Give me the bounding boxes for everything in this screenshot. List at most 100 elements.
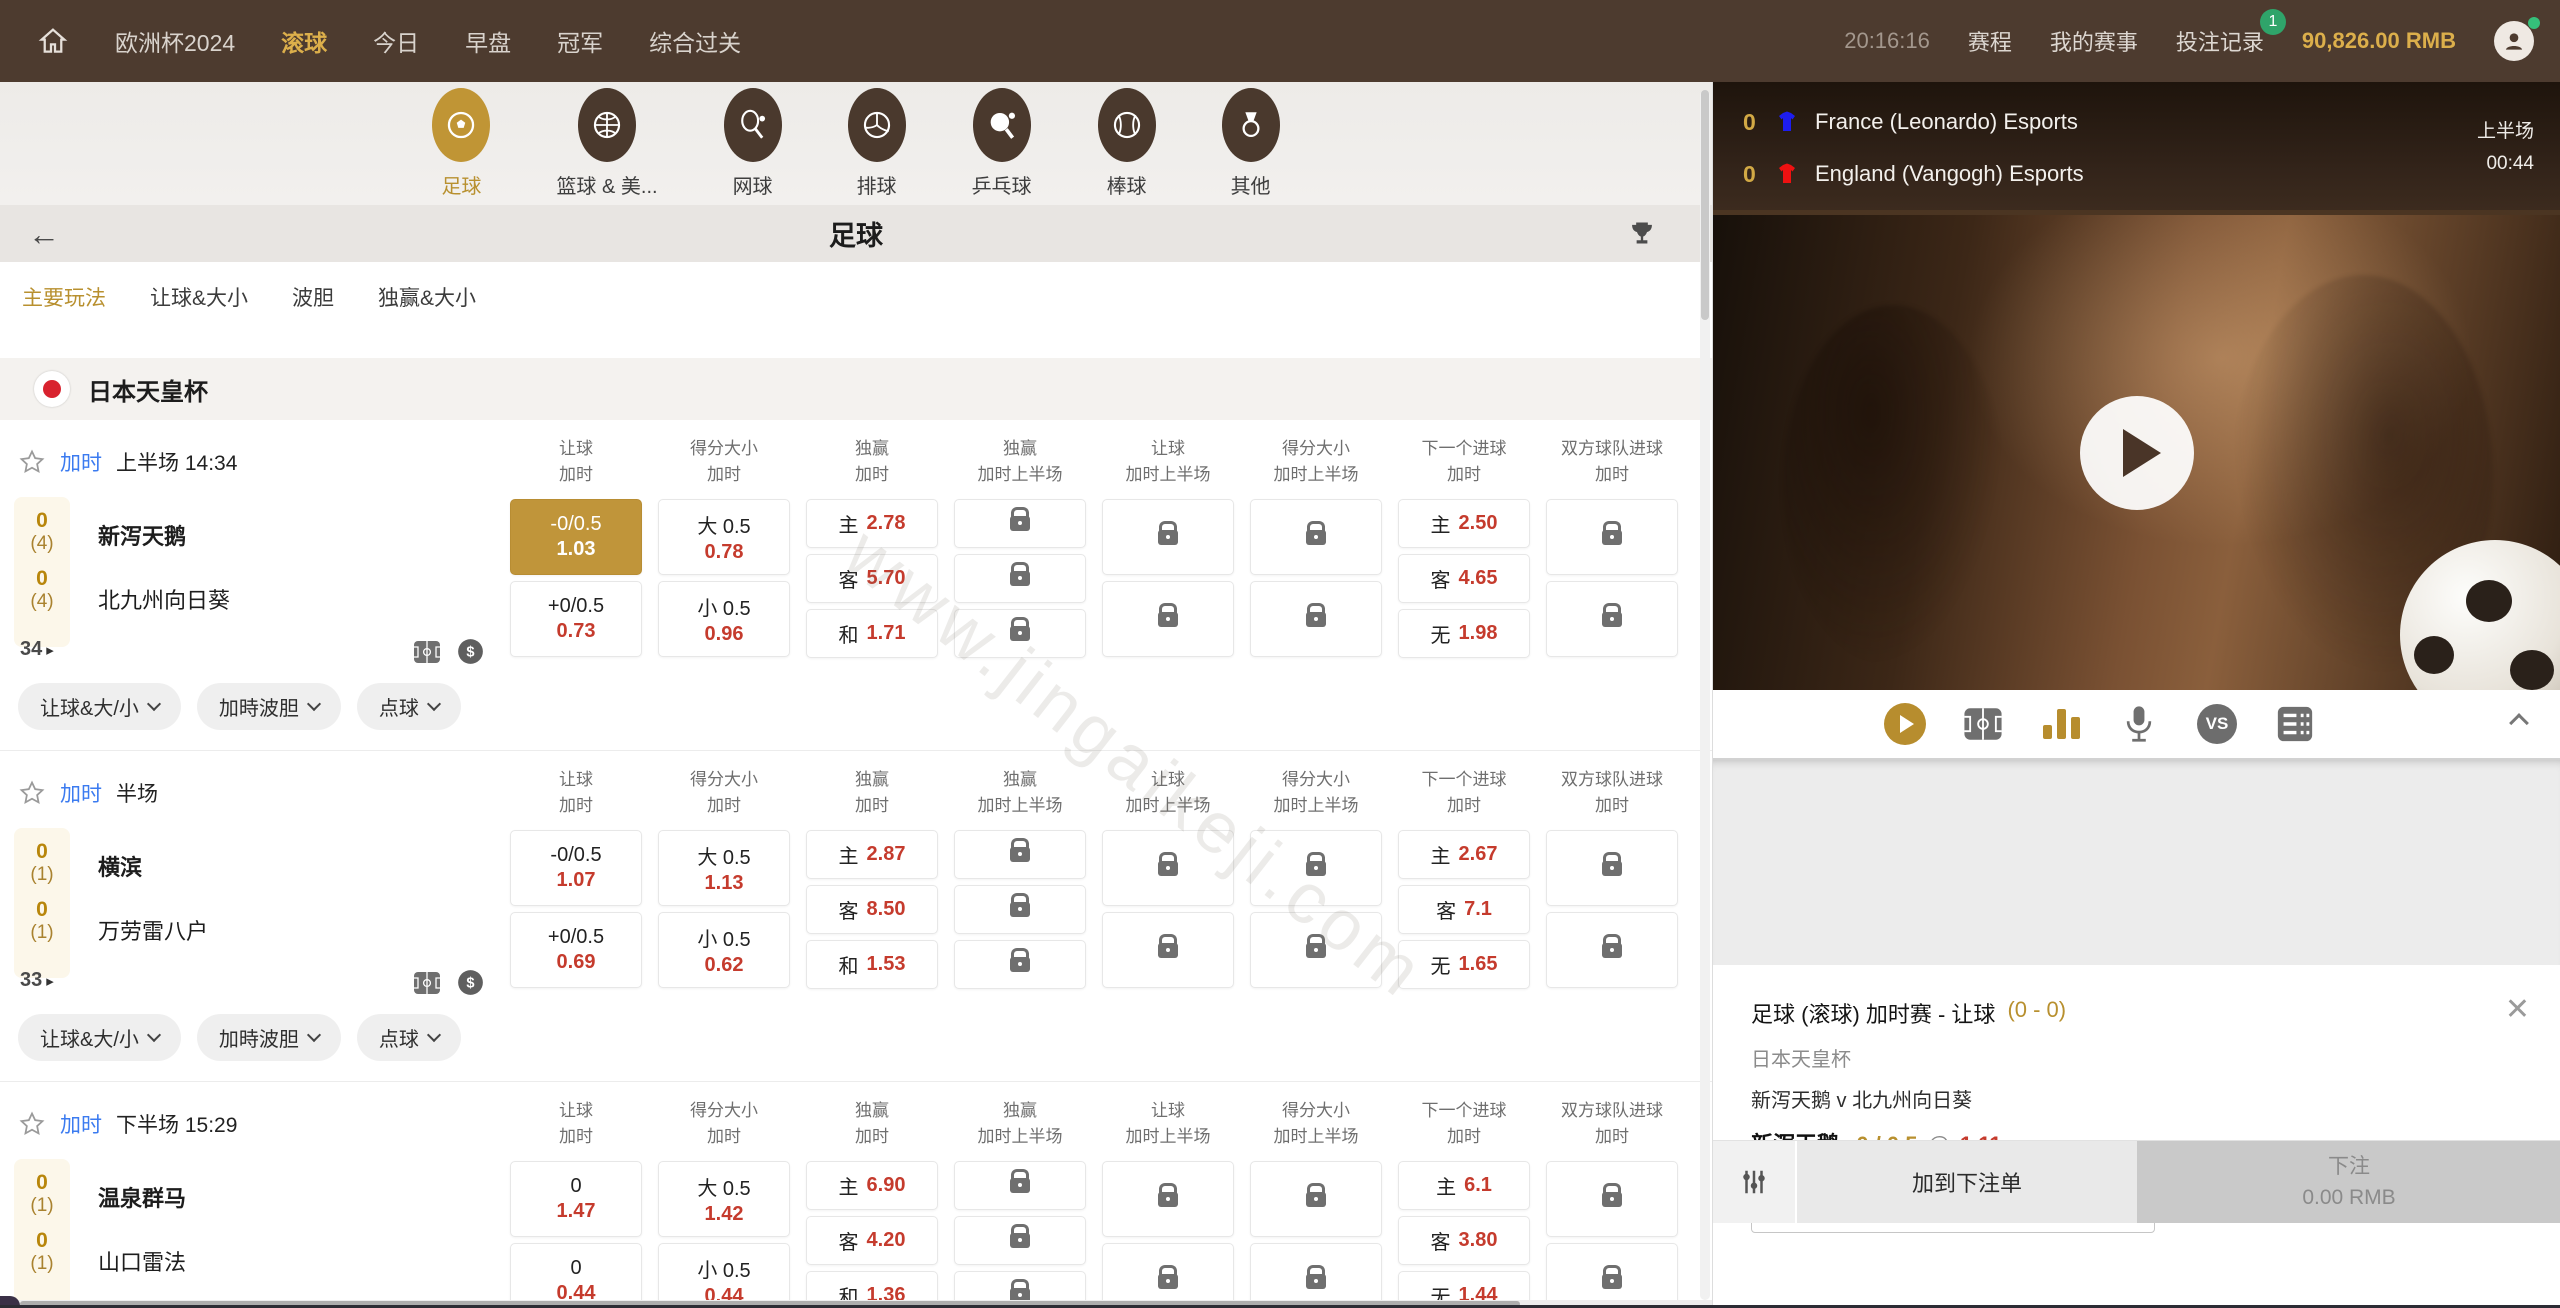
odds-cell[interactable]: 客4.20 (806, 1216, 938, 1265)
video-player[interactable] (1713, 215, 2560, 690)
odds-cell[interactable]: 客8.50 (806, 885, 938, 934)
odds-cell[interactable]: 主6.90 (806, 1161, 938, 1210)
lineup-icon[interactable] (2273, 702, 2317, 746)
sport-tabletennis[interactable]: 乒乓球 (972, 88, 1032, 199)
pitch-stats-icon[interactable] (413, 971, 441, 995)
tab-handicap-totals[interactable]: 让球&大小 (150, 282, 248, 312)
odds-cell[interactable]: 主2.50 (1398, 499, 1530, 548)
total-column: 大 0.50.78 小 0.50.96 (658, 497, 790, 667)
odds-cell[interactable]: 客3.80 (1398, 1216, 1530, 1265)
sport-basketball[interactable]: 篮球 & 美... (556, 88, 657, 199)
locked-column (954, 497, 1086, 667)
odds-cell[interactable]: 01.47 (510, 1161, 642, 1237)
odds-cell[interactable]: 大 0.50.78 (658, 499, 790, 575)
sport-baseball[interactable]: 棒球 (1098, 88, 1156, 199)
head-to-head-icon[interactable]: VS (2195, 702, 2239, 746)
live-tag[interactable]: 加时 (60, 447, 102, 477)
away-team-name: England (Vangogh) Esports (1815, 161, 2084, 187)
bet-records-link[interactable]: 投注记录 1 (2176, 25, 2264, 57)
lock-icon (1602, 861, 1622, 876)
back-arrow-icon[interactable]: ← (28, 218, 60, 250)
sport-tennis[interactable]: 网球 (724, 88, 782, 199)
markets-count[interactable]: 34▸ (20, 638, 54, 661)
close-icon[interactable]: ✕ (2505, 995, 2530, 1025)
menu-item-today[interactable]: 今日 (373, 24, 419, 58)
lock-icon (1306, 1274, 1326, 1289)
odds-cell[interactable]: +0/0.50.69 (510, 912, 642, 988)
pill-handicap-total[interactable]: 让球&大/小 (18, 683, 181, 730)
odds-cell[interactable]: 主6.1 (1398, 1161, 1530, 1210)
menu-item-outright[interactable]: 冠军 (557, 24, 603, 58)
stats-chart-icon[interactable] (2039, 702, 2083, 746)
collapse-chevron-icon[interactable] (2509, 713, 2529, 733)
odds-cell[interactable]: 和1.71 (806, 609, 938, 658)
my-matches-link[interactable]: 我的赛事 (2050, 25, 2138, 57)
pitch-view-icon[interactable] (1961, 702, 2005, 746)
menu-item-live[interactable]: 滚球 (281, 24, 327, 58)
home-icon[interactable] (33, 21, 73, 61)
odds-cell-selected[interactable]: -0/0.51.03 (510, 499, 642, 575)
column-header: 让球加时 (510, 767, 642, 818)
lock-icon (1010, 957, 1030, 972)
favorite-star-icon[interactable] (18, 448, 46, 476)
odds-cell[interactable]: 小 0.50.44 (658, 1243, 790, 1308)
away-team-name[interactable]: 山口雷法 (98, 1245, 186, 1277)
commentary-mic-icon[interactable] (2117, 702, 2161, 746)
trophy-icon[interactable] (1628, 219, 1656, 252)
favorite-star-icon[interactable] (18, 1110, 46, 1138)
sport-volleyball[interactable]: 排球 (848, 88, 906, 199)
odds-cell[interactable]: 和1.53 (806, 940, 938, 989)
odds-cell[interactable]: 大 0.51.42 (658, 1161, 790, 1237)
away-team-name[interactable]: 北九州向日葵 (98, 583, 230, 615)
home-team-name[interactable]: 温泉群马 (98, 1181, 186, 1213)
live-panel: 0 France (Leonardo) Esports 0 England (V… (1712, 82, 2560, 1308)
pill-ot-correct-score[interactable]: 加時波胆 (197, 683, 341, 730)
pill-penalty[interactable]: 点球 (357, 683, 461, 730)
menu-item-eurocup[interactable]: 欧洲杯2024 (115, 24, 235, 58)
schedule-link[interactable]: 赛程 (1968, 25, 2012, 57)
odds-cell[interactable]: 00.44 (510, 1243, 642, 1308)
live-tag[interactable]: 加时 (60, 778, 102, 808)
odds-cell[interactable]: 主2.87 (806, 830, 938, 879)
odds-cell[interactable]: 主2.67 (1398, 830, 1530, 879)
odds-cell[interactable]: 小 0.50.96 (658, 581, 790, 657)
stream-play-icon[interactable] (1883, 702, 1927, 746)
odds-cell[interactable]: 客4.65 (1398, 554, 1530, 603)
pill-ot-correct-score[interactable]: 加時波胆 (197, 1014, 341, 1061)
play-button[interactable] (2080, 396, 2194, 510)
cashout-icon[interactable]: $ (457, 638, 484, 665)
sport-other[interactable]: 其他 (1222, 88, 1280, 199)
odds-cell[interactable]: 无1.65 (1398, 940, 1530, 989)
place-bet-button[interactable]: 下注 0.00 RMB (2137, 1141, 2560, 1223)
cashout-icon[interactable]: $ (457, 969, 484, 996)
pill-handicap-total[interactable]: 让球&大/小 (18, 1014, 181, 1061)
away-team-name[interactable]: 万劳雷八户 (98, 914, 208, 946)
user-avatar[interactable] (2494, 21, 2534, 61)
tab-main-markets[interactable]: 主要玩法 (22, 282, 106, 312)
odds-cell[interactable]: 客5.70 (806, 554, 938, 603)
lock-icon (1306, 861, 1326, 876)
add-to-betslip-button[interactable]: 加到下注单 (1795, 1141, 2137, 1223)
odds-cell[interactable]: 主2.78 (806, 499, 938, 548)
sport-soccer[interactable]: 足球 (432, 88, 490, 199)
pitch-stats-icon[interactable] (413, 640, 441, 664)
favorite-star-icon[interactable] (18, 779, 46, 807)
pill-penalty[interactable]: 点球 (357, 1014, 461, 1061)
vertical-scrollbar[interactable] (1700, 90, 1710, 1300)
stake-settings-button[interactable] (1713, 1141, 1795, 1223)
home-team-name[interactable]: 新泻天鹅 (98, 519, 186, 551)
tennis-icon (724, 88, 782, 162)
odds-cell[interactable]: +0/0.50.73 (510, 581, 642, 657)
odds-cell[interactable]: 无1.98 (1398, 609, 1530, 658)
odds-cell[interactable]: 客7.1 (1398, 885, 1530, 934)
markets-count[interactable]: 33▸ (20, 969, 54, 992)
odds-cell[interactable]: 大 0.51.13 (658, 830, 790, 906)
menu-item-early[interactable]: 早盘 (465, 24, 511, 58)
odds-cell[interactable]: -0/0.51.07 (510, 830, 642, 906)
odds-cell[interactable]: 小 0.50.62 (658, 912, 790, 988)
menu-item-parlay[interactable]: 综合过关 (649, 24, 741, 58)
tab-winner-totals[interactable]: 独赢&大小 (378, 282, 476, 312)
home-team-name[interactable]: 横滨 (98, 850, 142, 882)
tab-correct-score[interactable]: 波胆 (292, 282, 334, 312)
live-tag[interactable]: 加时 (60, 1109, 102, 1139)
